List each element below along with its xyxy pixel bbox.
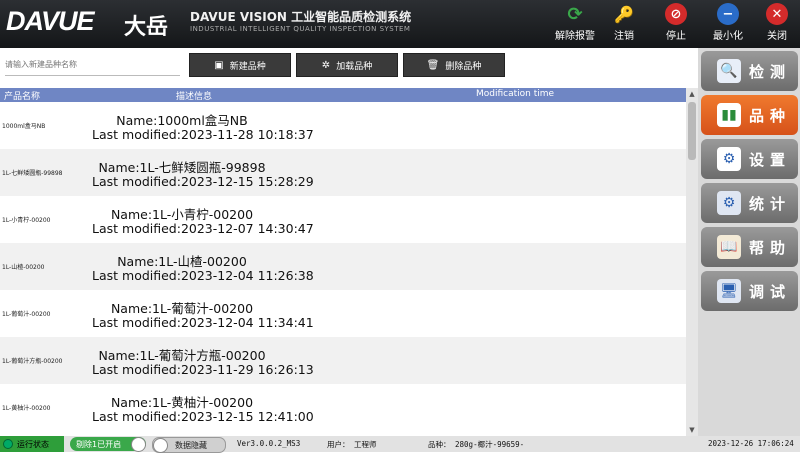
- version-text: Ver3.0.0.2_MS3: [237, 439, 301, 448]
- key-icon: 🔑: [614, 4, 634, 24]
- sidebar-item-statistics[interactable]: ⚙ 统计: [701, 183, 798, 223]
- row-desc-modified: Last modified:2023-12-04 11:26:38: [92, 268, 314, 283]
- sidebar-item-variety[interactable]: ▮▮ 品种: [701, 95, 798, 135]
- row-desc-modified: Last modified:2023-12-04 11:34:41: [92, 315, 314, 330]
- close-icon: ✕: [766, 3, 788, 25]
- delete-variety-label: 删除品种: [445, 61, 482, 72]
- gears-icon: ⚙: [717, 191, 741, 215]
- load-variety-button[interactable]: ✲ 加载品种: [296, 53, 398, 77]
- minimize-button[interactable]: − 最小化: [705, 3, 751, 45]
- table-row[interactable]: 1L-七鲜矮圆瓶-99898 Name:1L-七鲜矮圆瓶-99898 Last …: [0, 149, 686, 196]
- logout-button[interactable]: 🔑 注销: [601, 3, 647, 45]
- new-variety-button[interactable]: ▣ 新建品种: [189, 53, 291, 77]
- book-icon: 📖: [717, 235, 741, 259]
- logout-label: 注销: [614, 31, 634, 42]
- stop-button[interactable]: ⊘ 停止: [653, 3, 699, 45]
- scroll-down-icon[interactable]: ▼: [686, 424, 698, 436]
- reject-toggle-label: 剔除1已开启: [76, 439, 122, 449]
- col-description[interactable]: 描述信息: [176, 89, 212, 102]
- row-product-name: 1L-小青柠-00200: [2, 217, 51, 224]
- sidebar-item-inspect[interactable]: 🔍 检测: [701, 51, 798, 91]
- delete-variety-button[interactable]: 🗑 删除品种: [403, 53, 505, 77]
- minimize-icon: −: [717, 3, 739, 25]
- minimize-label: 最小化: [713, 31, 743, 42]
- data-hide-toggle[interactable]: 数据隐藏: [152, 437, 226, 453]
- row-product-name: 1L-七鲜矮圆瓶-99898: [2, 170, 63, 177]
- close-button[interactable]: ✕ 关闭: [754, 3, 800, 45]
- monitor-icon: 🖥: [717, 279, 741, 303]
- trash-icon: 🗑: [426, 59, 440, 71]
- user-text: 用户： 工程师: [327, 440, 377, 449]
- data-hide-toggle-label: 数据隐藏: [175, 440, 207, 450]
- sidebar-item-label: 品种: [749, 106, 792, 125]
- stop-icon: ⊘: [665, 3, 687, 25]
- toggle-knob: [153, 438, 168, 453]
- row-product-name: 1000ml盒马NB: [2, 123, 46, 130]
- row-product-name: 1L-葡萄汁方瓶-00200: [2, 358, 63, 365]
- table-header: 产品名称 描述信息 Modification time: [0, 88, 686, 102]
- sidebar-item-label: 检测: [749, 62, 792, 81]
- sidebar-item-settings[interactable]: ⚙ 设置: [701, 139, 798, 179]
- status-dot-icon: [3, 439, 13, 449]
- row-desc-modified: Last modified:2023-12-15 12:41:00: [92, 409, 314, 424]
- table-row[interactable]: 1L-小青柠-00200 Name:1L-小青柠-00200 Last modi…: [0, 196, 686, 243]
- table-row[interactable]: 1L-山楂-00200 Name:1L-山楂-00200 Last modifi…: [0, 243, 686, 290]
- table-scrollbar[interactable]: ▲ ▼: [686, 88, 698, 436]
- sidebar-item-help[interactable]: 📖 帮助: [701, 227, 798, 267]
- new-doc-icon: ▣: [214, 59, 224, 71]
- table-row[interactable]: 1L-葡萄汁方瓶-00200 Name:1L-葡萄汁方瓶-00200 Last …: [0, 337, 686, 384]
- sidebar: 🔍 检测 ▮▮ 品种 ⚙ 设置 ⚙ 统计 📖 帮助 🖥 调试: [698, 48, 800, 436]
- new-variety-label: 新建品种: [229, 61, 266, 72]
- app-title: DAVUE VISION 工业智能品质检测系统: [190, 10, 412, 24]
- run-status-indicator: 运行状态: [0, 436, 64, 452]
- sidebar-item-label: 调试: [749, 282, 792, 301]
- table-row[interactable]: 1L-黄柚汁-00200 Name:1L-黄柚汁-00200 Last modi…: [0, 384, 686, 431]
- row-product-name: 1L-葡萄汁-00200: [2, 311, 51, 318]
- status-bar: 运行状态 剔除1已开启 数据隐藏 Ver3.0.0.2_MS3 用户： 工程师 …: [0, 436, 800, 453]
- row-desc-modified: Last modified:2023-12-07 14:30:47: [92, 221, 314, 236]
- magnifier-icon: 🔍: [717, 59, 741, 83]
- toggle-knob: [131, 437, 146, 452]
- table-row[interactable]: 1L-葡萄汁-00200 Name:1L-葡萄汁-00200 Last modi…: [0, 290, 686, 337]
- row-desc-modified: Last modified:2023-12-15 15:28:29: [92, 174, 314, 189]
- refresh-icon: ⟳: [567, 3, 583, 25]
- variety-table: 1000ml盒马NB Name:1000ml盒马NB Last modified…: [0, 102, 686, 436]
- brand-logo-cn: 大岳: [124, 15, 169, 40]
- new-variety-name-input[interactable]: [5, 53, 180, 76]
- scroll-thumb[interactable]: [688, 102, 696, 160]
- reject-toggle[interactable]: 剔除1已开启: [70, 437, 146, 452]
- stop-label: 停止: [666, 31, 686, 42]
- sidebar-item-label: 帮助: [749, 238, 792, 257]
- variety-text: 品种： 280g-椰汁-99659-: [428, 440, 525, 449]
- bar-chart-icon: ▮▮: [717, 103, 741, 127]
- clear-alarm-button[interactable]: ⟳ 解除报警: [552, 3, 598, 45]
- row-desc-modified: Last modified:2023-11-28 10:18:37: [92, 127, 314, 142]
- scroll-up-icon[interactable]: ▲: [686, 88, 698, 100]
- row-desc-modified: Last modified:2023-11-29 16:26:13: [92, 362, 314, 377]
- datetime-text: 2023-12-26 17:06:24: [708, 439, 794, 448]
- sidebar-item-debug[interactable]: 🖥 调试: [701, 271, 798, 311]
- sidebar-item-label: 设置: [749, 150, 792, 169]
- close-label: 关闭: [767, 31, 787, 42]
- clear-alarm-label: 解除报警: [555, 31, 595, 42]
- col-product-name[interactable]: 产品名称: [4, 89, 40, 102]
- brand-logo: DAVUE: [6, 6, 95, 36]
- title-bar: DAVUE 大岳 DAVUE VISION 工业智能品质检测系统 INDUSTR…: [0, 0, 800, 48]
- table-row[interactable]: 1000ml盒马NB Name:1000ml盒马NB Last modified…: [0, 102, 686, 149]
- app-subtitle: INDUSTRIAL INTELLIGENT QUALITY INSPECTIO…: [190, 25, 411, 33]
- row-product-name: 1L-山楂-00200: [2, 264, 45, 271]
- settings-chart-icon: ⚙: [717, 147, 741, 171]
- sidebar-item-label: 统计: [749, 194, 792, 213]
- run-status-label: 运行状态: [17, 439, 49, 449]
- loading-icon: ✲: [321, 59, 331, 71]
- row-product-name: 1L-黄柚汁-00200: [2, 405, 51, 412]
- load-variety-label: 加载品种: [336, 61, 373, 72]
- col-modification-time[interactable]: Modification time: [476, 89, 554, 99]
